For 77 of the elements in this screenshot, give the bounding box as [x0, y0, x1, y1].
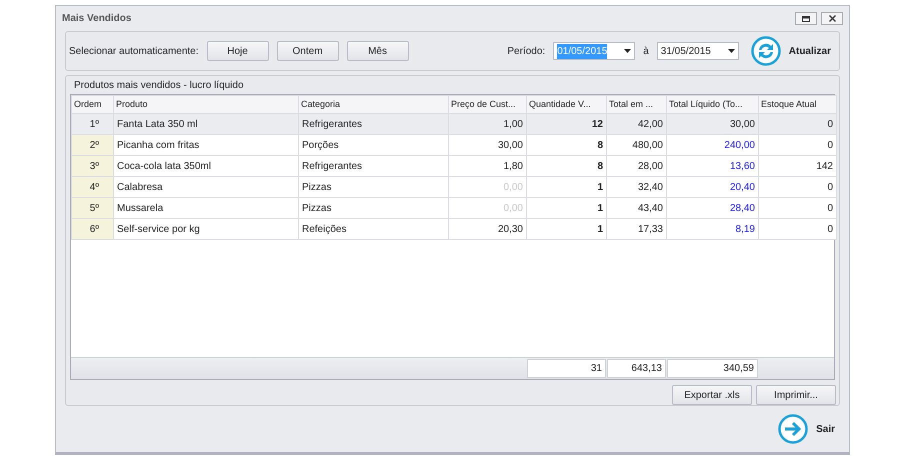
exit-button[interactable]: Sair [778, 414, 835, 444]
total-cell: 340,59 [667, 359, 758, 378]
restore-button[interactable] [795, 12, 817, 25]
table-cell: 1,80 [448, 156, 526, 176]
refresh-icon [750, 36, 781, 66]
column-header[interactable]: Quantidade V... [526, 96, 606, 114]
quick-select-button[interactable]: Hoje [206, 41, 269, 61]
column-header[interactable]: Total em ... [606, 96, 666, 114]
table-cell: 1 [526, 198, 606, 218]
date-field[interactable]: 31/05/2015 [656, 42, 739, 60]
table-cell: 0 [758, 134, 836, 156]
table-cell: Porções [298, 134, 448, 156]
column-header[interactable]: Produto [114, 96, 298, 114]
table-cell: 13,60 [666, 156, 758, 176]
table-cell: 43,40 [606, 198, 666, 218]
table-cell: 8,19 [666, 218, 758, 240]
table-cell: 28,40 [666, 198, 758, 218]
table-cell: 42,00 [606, 114, 666, 134]
table-cell: 2º [72, 134, 114, 156]
period-label: Período: [507, 44, 546, 58]
table-cell: 1 [526, 218, 606, 240]
quick-select-button[interactable]: Ontem [276, 41, 339, 61]
table-cell: 142 [758, 156, 836, 176]
close-button[interactable] [821, 12, 843, 25]
table-cell: Coca-cola lata 350ml [114, 156, 298, 176]
table-cell: 20,30 [448, 218, 526, 240]
table-cell: 3º [72, 156, 114, 176]
select-label: Selecionar automaticamente: [69, 44, 199, 58]
total-cell: 643,13 [607, 359, 666, 378]
table-cell: Calabresa [114, 176, 298, 198]
restore-icon [802, 16, 810, 22]
table-cell: 20,40 [666, 176, 758, 198]
table-cell: 4º [72, 176, 114, 198]
column-header[interactable]: Total Líquido (To... [666, 96, 758, 114]
table-cell: 1 [526, 176, 606, 198]
table-cell: 17,33 [606, 218, 666, 240]
dropdown-caret-icon[interactable] [624, 49, 632, 53]
total-cell: 31 [527, 359, 606, 378]
separator-label: à [643, 44, 649, 58]
table-cell: 8 [526, 134, 606, 156]
window-title: Mais Vendidos [62, 12, 132, 26]
table-cell: 1º [72, 114, 114, 134]
quick-select-button[interactable]: Mês [346, 41, 409, 61]
action-button[interactable]: Exportar .xls [672, 385, 752, 405]
table-cell: 30,00 [666, 114, 758, 134]
table-cell: Fanta Lata 350 ml [114, 114, 298, 134]
table-cell: 1,00 [448, 114, 526, 134]
close-icon [828, 15, 836, 22]
column-header[interactable]: Estoque Atual [758, 96, 836, 114]
refresh-button[interactable]: Atualizar [750, 36, 831, 66]
table-cell: 480,00 [606, 134, 666, 156]
table-cell: 32,40 [606, 176, 666, 198]
table-cell: 8 [526, 156, 606, 176]
dropdown-caret-icon[interactable] [728, 49, 735, 53]
column-header[interactable]: Categoria [298, 96, 448, 114]
table-cell: Refrigerantes [298, 114, 448, 134]
column-header[interactable]: Ordem [72, 96, 114, 114]
table-cell: Refrigerantes [298, 156, 448, 176]
table-cell: Pizzas [298, 198, 448, 218]
table-cell: Picanha com fritas [114, 134, 298, 156]
table-cell: 6º [72, 218, 114, 240]
table-cell: Pizzas [298, 176, 448, 198]
action-button[interactable]: Imprimir... [756, 385, 836, 405]
table-cell: Refeições [298, 218, 448, 240]
table-cell: 5º [72, 198, 114, 218]
table-cell: 0 [758, 218, 836, 240]
table-cell: Self-service por kg [114, 218, 298, 240]
table-cell: 0 [758, 198, 836, 218]
table-cell: Mussarela [114, 198, 298, 218]
panel-title: Produtos mais vendidos - lucro líquido [74, 78, 244, 92]
table-cell: 12 [526, 114, 606, 134]
table-cell: 240,00 [666, 134, 758, 156]
table-cell: 28,00 [606, 156, 666, 176]
table-cell: 30,00 [448, 134, 526, 156]
table-cell: 0 [758, 176, 836, 198]
column-header[interactable]: Preço de Cust... [448, 96, 526, 114]
table-cell: 0 [758, 114, 836, 134]
